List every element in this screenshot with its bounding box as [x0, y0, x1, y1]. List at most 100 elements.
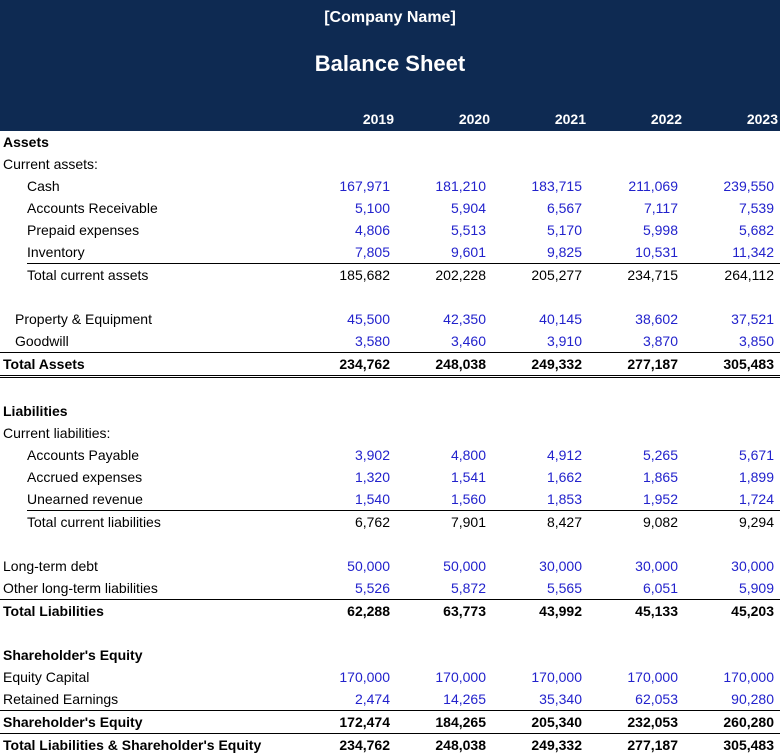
- cell-value[interactable]: 7,805: [294, 241, 390, 263]
- cell-value[interactable]: 248,038: [390, 734, 486, 756]
- cell-value[interactable]: 170,000: [678, 666, 774, 688]
- cell-value[interactable]: 167,971: [294, 175, 390, 197]
- cell-value[interactable]: 3,460: [390, 330, 486, 352]
- cell-value[interactable]: 7,117: [582, 197, 678, 219]
- cell-value[interactable]: 5,265: [582, 444, 678, 466]
- cell-value[interactable]: 42,350: [390, 308, 486, 330]
- cell-value[interactable]: 305,483: [678, 353, 774, 375]
- cell-value[interactable]: 232,053: [582, 711, 678, 733]
- cell-value[interactable]: 30,000: [678, 555, 774, 577]
- cell-value[interactable]: 5,904: [390, 197, 486, 219]
- cell-value[interactable]: 172,474: [294, 711, 390, 733]
- cell-value[interactable]: 45,133: [582, 600, 678, 622]
- cell-value[interactable]: 170,000: [486, 666, 582, 688]
- cell-value[interactable]: 9,601: [390, 241, 486, 263]
- cell-value[interactable]: 239,550: [678, 175, 774, 197]
- cell-value[interactable]: 4,912: [486, 444, 582, 466]
- row-label: Total Liabilities: [3, 603, 104, 619]
- cell-value[interactable]: 6,762: [294, 511, 390, 533]
- cell-value[interactable]: 5,998: [582, 219, 678, 241]
- cell-value[interactable]: 37,521: [678, 308, 774, 330]
- cell-value[interactable]: 170,000: [294, 666, 390, 688]
- cell-value[interactable]: 1,540: [294, 488, 390, 510]
- cell-value[interactable]: 14,265: [390, 688, 486, 710]
- cell-value[interactable]: 35,340: [486, 688, 582, 710]
- cell-value[interactable]: 43,992: [486, 600, 582, 622]
- cell-value[interactable]: 277,187: [582, 353, 678, 375]
- cell-value[interactable]: 277,187: [582, 734, 678, 756]
- cell-value[interactable]: 6,051: [582, 577, 678, 599]
- cell-value[interactable]: 9,825: [486, 241, 582, 263]
- cell-value[interactable]: 170,000: [390, 666, 486, 688]
- cell-value[interactable]: 5,170: [486, 219, 582, 241]
- cell-value[interactable]: 63,773: [390, 600, 486, 622]
- cell-value[interactable]: 9,082: [582, 511, 678, 533]
- cell-value[interactable]: 3,902: [294, 444, 390, 466]
- cell-value[interactable]: 7,539: [678, 197, 774, 219]
- row-label: Total current assets: [27, 267, 149, 283]
- cell-value[interactable]: 3,580: [294, 330, 390, 352]
- cell-value[interactable]: 10,531: [582, 241, 678, 263]
- cell-value[interactable]: 11,342: [678, 241, 774, 263]
- cell-value[interactable]: 184,265: [390, 711, 486, 733]
- cell-value[interactable]: 264,112: [678, 264, 774, 286]
- table-row-unearned-revenue: Unearned revenue 1,540 1,560 1,853 1,952…: [0, 488, 780, 510]
- cell-value[interactable]: 211,069: [582, 175, 678, 197]
- cell-value[interactable]: 5,565: [486, 577, 582, 599]
- cell-value[interactable]: 2,474: [294, 688, 390, 710]
- cell-value[interactable]: 1,865: [582, 466, 678, 488]
- section-heading-equity: Shareholder's Equity: [0, 644, 780, 666]
- cell-value[interactable]: 9,294: [678, 511, 774, 533]
- cell-value[interactable]: 3,910: [486, 330, 582, 352]
- cell-value[interactable]: 90,280: [678, 688, 774, 710]
- cell-value[interactable]: 30,000: [486, 555, 582, 577]
- cell-value[interactable]: 249,332: [486, 734, 582, 756]
- cell-value[interactable]: 5,513: [390, 219, 486, 241]
- cell-value[interactable]: 260,280: [678, 711, 774, 733]
- cell-value[interactable]: 234,715: [582, 264, 678, 286]
- cell-value[interactable]: 1,724: [678, 488, 774, 510]
- cell-value[interactable]: 1,899: [678, 466, 774, 488]
- cell-value[interactable]: 38,602: [582, 308, 678, 330]
- cell-value[interactable]: 305,483: [678, 734, 774, 756]
- cell-value[interactable]: 185,682: [294, 264, 390, 286]
- cell-value[interactable]: 181,210: [390, 175, 486, 197]
- cell-value[interactable]: 62,288: [294, 600, 390, 622]
- cell-value[interactable]: 45,203: [678, 600, 774, 622]
- cell-value[interactable]: 5,909: [678, 577, 774, 599]
- cell-value[interactable]: 40,145: [486, 308, 582, 330]
- cell-value[interactable]: 249,332: [486, 353, 582, 375]
- cell-value[interactable]: 50,000: [390, 555, 486, 577]
- cell-value[interactable]: 205,340: [486, 711, 582, 733]
- cell-value[interactable]: 202,228: [390, 264, 486, 286]
- cell-value[interactable]: 183,715: [486, 175, 582, 197]
- cell-value[interactable]: 6,567: [486, 197, 582, 219]
- cell-value[interactable]: 5,671: [678, 444, 774, 466]
- cell-value[interactable]: 4,806: [294, 219, 390, 241]
- cell-value[interactable]: 4,800: [390, 444, 486, 466]
- cell-value[interactable]: 1,853: [486, 488, 582, 510]
- cell-value[interactable]: 45,500: [294, 308, 390, 330]
- cell-value[interactable]: 1,952: [582, 488, 678, 510]
- cell-value[interactable]: 234,762: [294, 734, 390, 756]
- cell-value[interactable]: 5,872: [390, 577, 486, 599]
- cell-value[interactable]: 1,320: [294, 466, 390, 488]
- cell-value[interactable]: 3,850: [678, 330, 774, 352]
- cell-value[interactable]: 5,526: [294, 577, 390, 599]
- cell-value[interactable]: 5,100: [294, 197, 390, 219]
- cell-value[interactable]: 248,038: [390, 353, 486, 375]
- cell-value[interactable]: 1,560: [390, 488, 486, 510]
- cell-value[interactable]: 8,427: [486, 511, 582, 533]
- cell-value[interactable]: 3,870: [582, 330, 678, 352]
- cell-value[interactable]: 7,901: [390, 511, 486, 533]
- table-row-accrued-expenses: Accrued expenses 1,320 1,541 1,662 1,865…: [0, 466, 780, 488]
- cell-value[interactable]: 5,682: [678, 219, 774, 241]
- cell-value[interactable]: 1,541: [390, 466, 486, 488]
- cell-value[interactable]: 170,000: [582, 666, 678, 688]
- cell-value[interactable]: 30,000: [582, 555, 678, 577]
- cell-value[interactable]: 50,000: [294, 555, 390, 577]
- cell-value[interactable]: 62,053: [582, 688, 678, 710]
- cell-value[interactable]: 1,662: [486, 466, 582, 488]
- cell-value[interactable]: 205,277: [486, 264, 582, 286]
- cell-value[interactable]: 234,762: [294, 353, 390, 375]
